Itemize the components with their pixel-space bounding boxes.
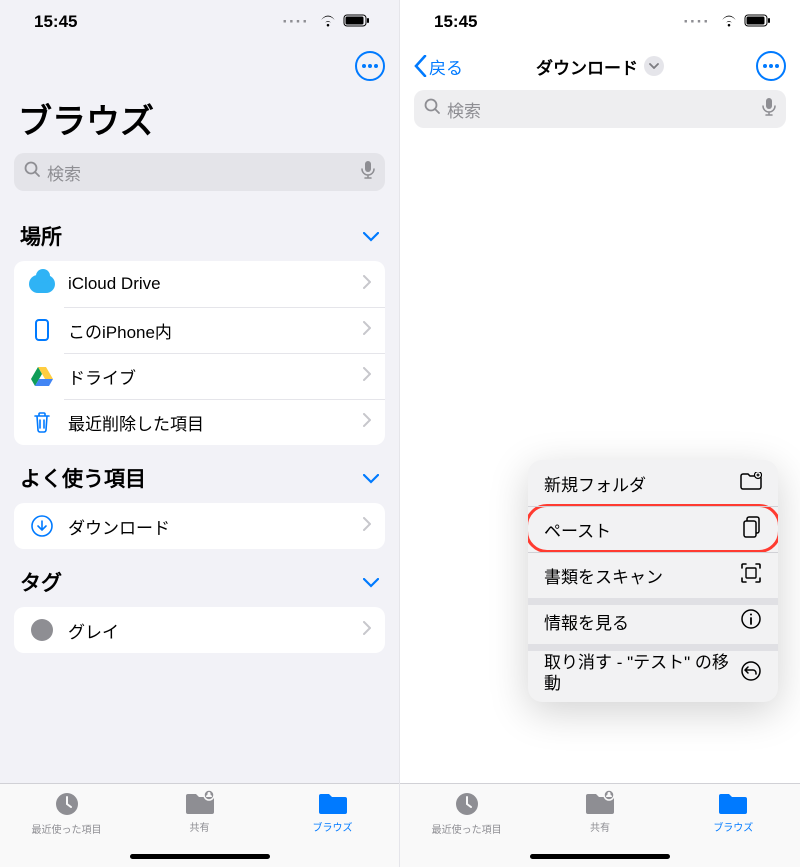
section-label: タグ [20,567,62,597]
status-time: 15:45 [434,12,477,32]
menu-label: 書類をスキャン [544,563,663,588]
search-placeholder: 検索 [47,160,81,185]
row-tag-grey[interactable]: グレイ [14,607,385,653]
menu-paste[interactable]: ペースト [528,506,778,552]
menu-undo[interactable]: 取り消す - "テスト" の移動 [528,644,778,702]
back-button[interactable]: 戻る [414,54,463,79]
row-label: このiPhone内 [68,318,172,343]
trash-icon [28,411,56,433]
search-input[interactable]: 検索 [14,153,385,191]
wifi-icon [319,12,337,32]
mic-icon[interactable] [762,97,776,122]
tab-label: ブラウズ [713,819,753,834]
undo-icon [740,660,762,687]
section-header-tags[interactable]: タグ [0,549,399,603]
section-header-favorites[interactable]: よく使う項目 [0,445,399,499]
menu-label: 新規フォルダ [544,471,646,496]
status-bar: 15:45 [0,0,399,44]
more-button[interactable] [756,51,786,81]
row-label: ダウンロード [68,514,170,539]
row-label: 最近削除した項目 [68,410,204,435]
download-icon [28,514,56,538]
menu-scan[interactable]: 書類をスキャン [528,552,778,598]
row-downloads[interactable]: ダウンロード [14,503,385,549]
row-icloud-drive[interactable]: iCloud Drive [14,261,385,307]
nav-bar [0,44,399,88]
section-label: よく使う項目 [20,463,146,493]
row-on-iphone[interactable]: このiPhone内 [14,307,385,353]
chevron-down-icon [363,570,379,594]
menu-label: 情報を見る [544,609,629,634]
tab-label: 最近使った項目 [32,821,102,836]
chevron-right-icon [363,413,371,432]
chevron-down-icon [363,466,379,490]
menu-info[interactable]: 情報を見る [528,598,778,644]
tags-list: グレイ [14,607,385,653]
menu-new-folder[interactable]: 新規フォルダ [528,460,778,506]
search-icon [24,161,41,183]
title-text: ダウンロード [536,54,638,79]
chevron-right-icon [363,621,371,640]
home-indicator[interactable] [130,854,270,859]
tab-label: ブラウズ [313,819,353,834]
shared-folder-icon [584,790,616,816]
row-recently-deleted[interactable]: 最近削除した項目 [14,399,385,445]
battery-icon [744,12,772,32]
section-header-locations[interactable]: 場所 [0,203,399,257]
favorites-list: ダウンロード [14,503,385,549]
context-menu: 新規フォルダ ペースト 書類をスキャン 情報を見る 取り消す - "テスト" の… [528,460,778,702]
wifi-icon [720,12,738,32]
tab-label: 共有 [190,819,210,834]
tab-recents[interactable]: 最近使った項目 [400,790,533,867]
chevron-down-icon [644,56,664,76]
shared-folder-icon [184,790,216,816]
chevron-right-icon [363,275,371,294]
chevron-right-icon [363,367,371,386]
mic-icon[interactable] [361,160,375,185]
tab-browse[interactable]: ブラウズ [266,790,399,867]
scan-icon [740,562,762,589]
google-drive-icon [28,367,56,386]
page-title: ブラウズ [0,88,399,151]
row-label: iCloud Drive [68,274,161,294]
icloud-icon [28,275,56,293]
back-label: 戻る [429,54,463,79]
clock-icon [453,790,481,818]
chevron-down-icon [363,224,379,248]
paste-icon [742,516,762,543]
battery-icon [343,12,371,32]
cellular-dots-icon [282,12,313,32]
iphone-icon [28,319,56,341]
status-bar: 15:45 [400,0,800,44]
menu-label: 取り消す - "テスト" の移動 [544,652,740,695]
tag-dot-icon [28,619,56,641]
tab-label: 共有 [590,819,610,834]
tab-label: 最近使った項目 [432,821,502,836]
search-input[interactable]: 検索 [414,90,786,128]
tab-recents[interactable]: 最近使った項目 [0,790,133,867]
folder-plus-icon [740,472,762,495]
cellular-dots-icon [683,12,714,32]
nav-title[interactable]: ダウンロード [536,54,664,79]
status-time: 15:45 [34,12,77,32]
tab-browse[interactable]: ブラウズ [667,790,800,867]
chevron-right-icon [363,321,371,340]
row-label: ドライブ [68,364,136,389]
row-google-drive[interactable]: ドライブ [14,353,385,399]
menu-label: ペースト [544,517,611,542]
folder-icon [317,790,349,816]
locations-list: iCloud Drive このiPhone内 ドライブ 最近削除した項目 [14,261,385,445]
more-button[interactable] [355,51,385,81]
clock-icon [53,790,81,818]
row-label: グレイ [68,618,119,643]
folder-icon [717,790,749,816]
search-icon [424,98,441,120]
info-icon [740,608,762,635]
nav-bar: 戻る ダウンロード [400,44,800,88]
home-indicator[interactable] [530,854,670,859]
search-placeholder: 検索 [447,97,481,122]
chevron-right-icon [363,517,371,536]
section-label: 場所 [20,221,62,251]
